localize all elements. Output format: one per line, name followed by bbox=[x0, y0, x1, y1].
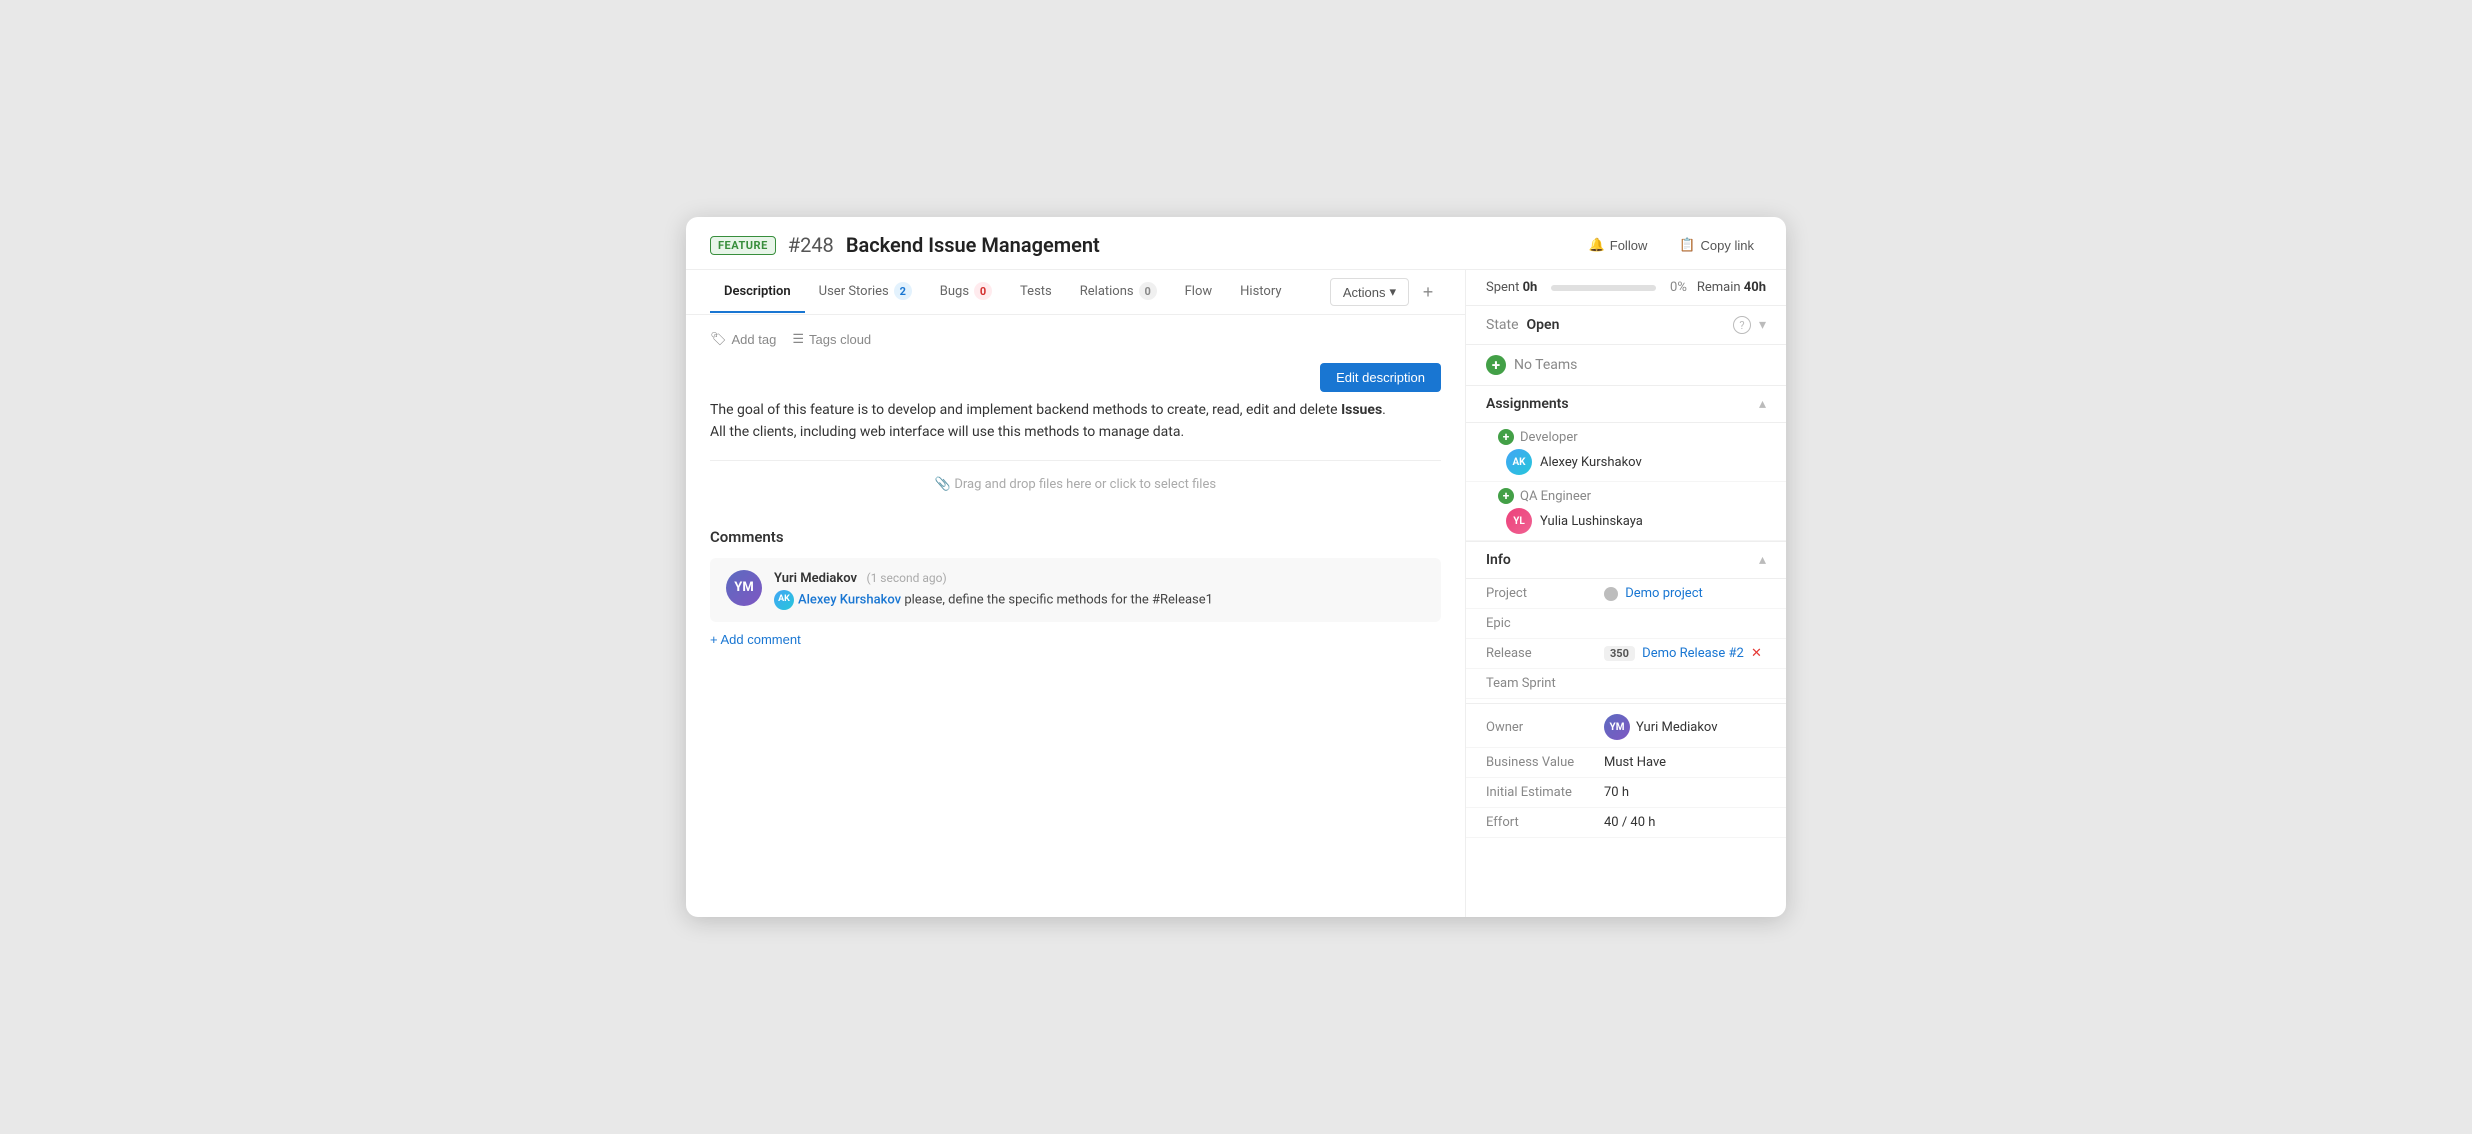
right-panel: Spent 0h 0% Remain 40h State Open ? ▾ bbox=[1466, 270, 1786, 917]
info-section: Info ▴ Project Demo project Epic Release bbox=[1466, 541, 1786, 838]
left-panel: Description User Stories 2 Bugs 0 Tests … bbox=[686, 270, 1466, 917]
state-row: State Open ? ▾ bbox=[1466, 306, 1786, 345]
state-icons: ? ▾ bbox=[1733, 316, 1766, 334]
comments-title: Comments bbox=[710, 528, 1441, 546]
tab-user-stories[interactable]: User Stories 2 bbox=[805, 270, 926, 314]
tab-bugs[interactable]: Bugs 0 bbox=[926, 270, 1006, 314]
qa-role: + QA Engineer bbox=[1498, 488, 1766, 504]
developer-role: + Developer bbox=[1498, 429, 1766, 445]
tag-icon: 🏷 bbox=[710, 331, 727, 347]
header: FEATURE #248 Backend Issue Management 🔔 … bbox=[686, 217, 1786, 270]
info-row-project: Project Demo project bbox=[1466, 579, 1786, 609]
progress-bar-row: Spent 0h 0% Remain 40h bbox=[1466, 270, 1786, 306]
feature-badge: FEATURE bbox=[710, 236, 776, 255]
tag-controls: 🏷 Add tag ☰ Tags cloud bbox=[710, 331, 1441, 347]
progress-pct: 0% bbox=[1670, 280, 1687, 295]
tab-description[interactable]: Description bbox=[710, 272, 805, 313]
developer-avatar: AK bbox=[1506, 449, 1532, 475]
project-dot bbox=[1604, 587, 1618, 601]
state-chevron-icon[interactable]: ▾ bbox=[1759, 317, 1766, 333]
header-actions: 🔔 Follow 📋 Copy link bbox=[1581, 233, 1762, 257]
assignments-section-header[interactable]: Assignments ▴ bbox=[1466, 386, 1786, 423]
issue-title: Backend Issue Management bbox=[846, 233, 1569, 257]
paperclip-icon: 📎 bbox=[935, 477, 951, 492]
main-window: FEATURE #248 Backend Issue Management 🔔 … bbox=[686, 217, 1786, 917]
add-tab-button[interactable]: + bbox=[1415, 279, 1441, 305]
release-link[interactable]: Demo Release #2 bbox=[1642, 646, 1744, 661]
state-value: Open bbox=[1527, 317, 1725, 333]
comment-item: YM Yuri Mediakov (1 second ago) AK Alexey… bbox=[710, 558, 1441, 622]
tab-relations[interactable]: Relations 0 bbox=[1066, 270, 1171, 314]
mention-link[interactable]: Alexey Kurshakov bbox=[798, 592, 901, 607]
add-tag-button[interactable]: 🏷 Add tag bbox=[710, 331, 776, 347]
description-area: Edit description The goal of this featur… bbox=[710, 363, 1441, 508]
developer-person: AK Alexey Kurshakov bbox=[1498, 449, 1766, 475]
content-area: 🏷 Add tag ☰ Tags cloud Edit description … bbox=[686, 315, 1465, 917]
mention-avatar: AK bbox=[774, 590, 794, 610]
comment-text: AKAlexey Kurshakov please, define the sp… bbox=[774, 590, 1425, 610]
assignment-qa: + QA Engineer YL Yulia Lushinskaya bbox=[1466, 482, 1786, 541]
copy-icon: 📋 bbox=[1679, 237, 1695, 253]
info-row-release: Release 350 Demo Release #2 ✕ bbox=[1466, 639, 1786, 669]
state-label: State bbox=[1486, 317, 1519, 333]
follow-button[interactable]: 🔔 Follow bbox=[1581, 233, 1656, 257]
add-qa-button[interactable]: + bbox=[1498, 488, 1514, 504]
avatar: YM bbox=[726, 570, 762, 606]
tab-flow[interactable]: Flow bbox=[1171, 272, 1227, 313]
add-comment-button[interactable]: + Add comment bbox=[710, 632, 801, 647]
info-section-header[interactable]: Info ▴ bbox=[1466, 542, 1786, 579]
bell-icon: 🔔 bbox=[1589, 237, 1605, 253]
owner-avatar: YM bbox=[1604, 714, 1630, 740]
progress-bar bbox=[1551, 285, 1656, 291]
release-badge: 350 bbox=[1604, 646, 1635, 661]
info-chevron-icon: ▴ bbox=[1759, 552, 1766, 568]
spent-label: Spent 0h bbox=[1486, 280, 1537, 295]
assignments-title: Assignments bbox=[1486, 396, 1759, 412]
help-icon[interactable]: ? bbox=[1733, 316, 1751, 334]
user-stories-badge: 2 bbox=[894, 282, 912, 300]
tab-history[interactable]: History bbox=[1226, 272, 1295, 313]
tags-cloud-button[interactable]: ☰ Tags cloud bbox=[792, 331, 871, 347]
project-link[interactable]: Demo project bbox=[1625, 586, 1703, 601]
teams-row: + No Teams bbox=[1466, 345, 1786, 386]
info-row-epic: Epic bbox=[1466, 609, 1786, 639]
remain-label: Remain 40h bbox=[1697, 280, 1766, 295]
add-developer-button[interactable]: + bbox=[1498, 429, 1514, 445]
add-team-button[interactable]: + bbox=[1486, 355, 1506, 375]
copy-link-button[interactable]: 📋 Copy link bbox=[1671, 233, 1762, 257]
qa-person: YL Yulia Lushinskaya bbox=[1498, 508, 1766, 534]
comment-time: (1 second ago) bbox=[866, 571, 946, 585]
assignment-developer: + Developer AK Alexey Kurshakov bbox=[1466, 423, 1786, 482]
tabs-bar: Description User Stories 2 Bugs 0 Tests … bbox=[686, 270, 1465, 315]
info-row-business-value: Business Value Must Have bbox=[1466, 748, 1786, 778]
assignments-chevron-icon: ▴ bbox=[1759, 396, 1766, 412]
list-icon: ☰ bbox=[792, 331, 804, 347]
main-layout: Description User Stories 2 Bugs 0 Tests … bbox=[686, 270, 1786, 917]
actions-button[interactable]: Actions ▾ bbox=[1330, 278, 1409, 306]
comment-body: Yuri Mediakov (1 second ago) AK Alexey Ku… bbox=[774, 570, 1425, 610]
info-row-initial-estimate: Initial Estimate 70 h bbox=[1466, 778, 1786, 808]
chevron-down-icon: ▾ bbox=[1389, 284, 1396, 300]
issue-number: #248 bbox=[788, 233, 834, 257]
no-teams-label: No Teams bbox=[1514, 357, 1577, 373]
info-row-effort: Effort 40 / 40 h bbox=[1466, 808, 1786, 838]
drop-zone[interactable]: 📎 Drag and drop files here or click to s… bbox=[710, 460, 1441, 508]
info-row-sprint: Team Sprint bbox=[1466, 669, 1786, 699]
bugs-badge: 0 bbox=[974, 282, 992, 300]
comment-author: Yuri Mediakov bbox=[774, 571, 857, 586]
release-remove-button[interactable]: ✕ bbox=[1751, 646, 1762, 661]
info-row-owner: Owner YM Yuri Mediakov bbox=[1466, 703, 1786, 748]
tab-tests[interactable]: Tests bbox=[1006, 272, 1066, 313]
edit-description-button[interactable]: Edit description bbox=[1320, 363, 1441, 392]
qa-avatar: YL bbox=[1506, 508, 1532, 534]
info-title: Info bbox=[1486, 552, 1759, 568]
comments-section: Comments YM Yuri Mediakov (1 second ago)… bbox=[710, 528, 1441, 647]
relations-badge: 0 bbox=[1139, 282, 1157, 300]
